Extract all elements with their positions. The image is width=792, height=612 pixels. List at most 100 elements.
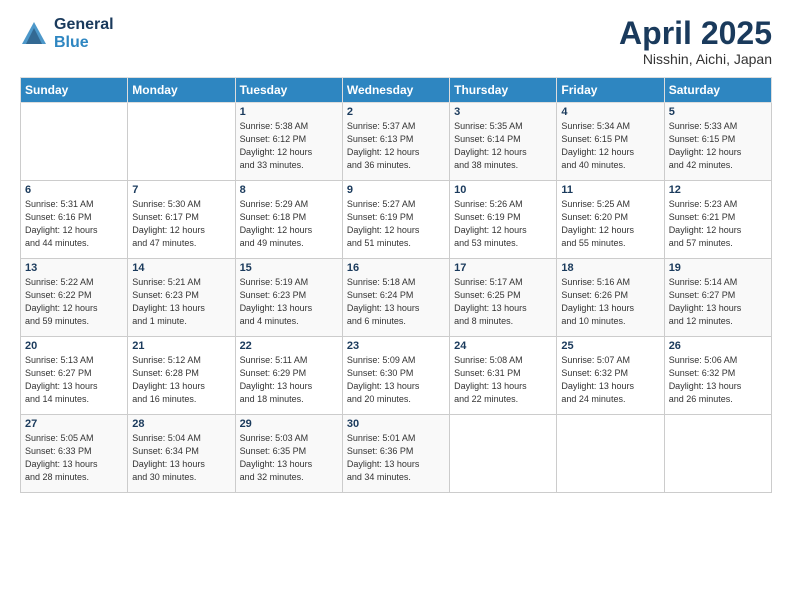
calendar-cell: 8Sunrise: 5:29 AM Sunset: 6:18 PM Daylig… [235, 181, 342, 259]
day-info: Sunrise: 5:27 AM Sunset: 6:19 PM Dayligh… [347, 198, 445, 250]
day-info: Sunrise: 5:11 AM Sunset: 6:29 PM Dayligh… [240, 354, 338, 406]
day-number: 15 [240, 262, 338, 274]
day-info: Sunrise: 5:23 AM Sunset: 6:21 PM Dayligh… [669, 198, 767, 250]
calendar-cell: 3 Sunrise: 5:35 AM Sunset: 6:14 PM Daylig… [450, 103, 557, 181]
calendar-cell: 24 Sunrise: 5:08 AM Sunset: 6:31 PM Dayli… [450, 337, 557, 415]
day-info: Sunrise: 5:16 AM Sunset: 6:26 PM Dayligh… [561, 276, 659, 328]
calendar-week-row: 6 Sunrise: 5:31 AM Sunset: 6:16 PM Daylig… [21, 181, 772, 259]
day-number: 13 [25, 262, 123, 274]
day-number: 26 [669, 340, 767, 352]
calendar-week-row: 1 Sunrise: 5:38 AM Sunset: 6:12 PM Daylig… [21, 103, 772, 181]
logo-text: General Blue [54, 16, 114, 52]
calendar-week-row: 27 Sunrise: 5:05 AM Sunset: 6:33 PM Dayli… [21, 415, 772, 493]
calendar-cell: 22Sunrise: 5:11 AM Sunset: 6:29 PM Dayli… [235, 337, 342, 415]
day-info: Sunrise: 5:17 AM Sunset: 6:25 PM Dayligh… [454, 276, 552, 328]
day-info: Sunrise: 5:30 AM Sunset: 6:17 PM Dayligh… [132, 198, 230, 250]
day-of-week-header: Friday [557, 78, 664, 103]
day-of-week-header: Saturday [664, 78, 771, 103]
day-info: Sunrise: 5:19 AM Sunset: 6:23 PM Dayligh… [240, 276, 338, 328]
day-number: 19 [669, 262, 767, 274]
day-number: 21 [132, 340, 230, 352]
calendar-cell [450, 415, 557, 493]
day-info: Sunrise: 5:07 AM Sunset: 6:32 PM Dayligh… [561, 354, 659, 406]
day-number: 17 [454, 262, 552, 274]
calendar-cell: 16 Sunrise: 5:18 AM Sunset: 6:24 PM Dayli… [342, 259, 449, 337]
day-number: 14 [132, 262, 230, 274]
calendar-cell: 6 Sunrise: 5:31 AM Sunset: 6:16 PM Daylig… [21, 181, 128, 259]
day-info: Sunrise: 5:34 AM Sunset: 6:15 PM Dayligh… [561, 120, 659, 172]
day-number: 9 [347, 184, 445, 196]
location: Nisshin, Aichi, Japan [619, 51, 772, 67]
calendar-cell: 10 Sunrise: 5:26 AM Sunset: 6:19 PM Dayli… [450, 181, 557, 259]
day-number: 7 [132, 184, 230, 196]
calendar-cell: 21 Sunrise: 5:12 AM Sunset: 6:28 PM Dayli… [128, 337, 235, 415]
day-number: 29 [240, 418, 338, 430]
calendar-table: SundayMondayTuesdayWednesdayThursdayFrid… [20, 77, 772, 493]
day-info: Sunrise: 5:31 AM Sunset: 6:16 PM Dayligh… [25, 198, 123, 250]
calendar-cell: 5 Sunrise: 5:33 AM Sunset: 6:15 PM Daylig… [664, 103, 771, 181]
day-info: Sunrise: 5:13 AM Sunset: 6:27 PM Dayligh… [25, 354, 123, 406]
day-info: Sunrise: 5:21 AM Sunset: 6:23 PM Dayligh… [132, 276, 230, 328]
calendar-cell: 4Sunrise: 5:34 AM Sunset: 6:15 PM Daylig… [557, 103, 664, 181]
calendar-cell [664, 415, 771, 493]
calendar-cell: 27 Sunrise: 5:05 AM Sunset: 6:33 PM Dayli… [21, 415, 128, 493]
day-info: Sunrise: 5:06 AM Sunset: 6:32 PM Dayligh… [669, 354, 767, 406]
calendar-cell: 28Sunrise: 5:04 AM Sunset: 6:34 PM Dayli… [128, 415, 235, 493]
day-info: Sunrise: 5:01 AM Sunset: 6:36 PM Dayligh… [347, 432, 445, 484]
calendar-cell: 23Sunrise: 5:09 AM Sunset: 6:30 PM Dayli… [342, 337, 449, 415]
day-number: 20 [25, 340, 123, 352]
calendar-cell: 20 Sunrise: 5:13 AM Sunset: 6:27 PM Dayli… [21, 337, 128, 415]
day-number: 1 [240, 106, 338, 118]
calendar-cell: 18Sunrise: 5:16 AM Sunset: 6:26 PM Dayli… [557, 259, 664, 337]
day-of-week-header: Thursday [450, 78, 557, 103]
day-of-week-header: Monday [128, 78, 235, 103]
calendar-cell: 1 Sunrise: 5:38 AM Sunset: 6:12 PM Daylig… [235, 103, 342, 181]
day-info: Sunrise: 5:37 AM Sunset: 6:13 PM Dayligh… [347, 120, 445, 172]
day-number: 27 [25, 418, 123, 430]
calendar-header-row: SundayMondayTuesdayWednesdayThursdayFrid… [21, 78, 772, 103]
calendar-cell [128, 103, 235, 181]
calendar-cell: 26 Sunrise: 5:06 AM Sunset: 6:32 PM Dayli… [664, 337, 771, 415]
day-info: Sunrise: 5:08 AM Sunset: 6:31 PM Dayligh… [454, 354, 552, 406]
day-number: 25 [561, 340, 659, 352]
day-number: 5 [669, 106, 767, 118]
calendar-cell: 15 Sunrise: 5:19 AM Sunset: 6:23 PM Dayli… [235, 259, 342, 337]
day-info: Sunrise: 5:35 AM Sunset: 6:14 PM Dayligh… [454, 120, 552, 172]
day-info: Sunrise: 5:18 AM Sunset: 6:24 PM Dayligh… [347, 276, 445, 328]
calendar-cell: 2 Sunrise: 5:37 AM Sunset: 6:13 PM Daylig… [342, 103, 449, 181]
calendar-cell: 19 Sunrise: 5:14 AM Sunset: 6:27 PM Dayli… [664, 259, 771, 337]
day-info: Sunrise: 5:05 AM Sunset: 6:33 PM Dayligh… [25, 432, 123, 484]
calendar-cell: 29 Sunrise: 5:03 AM Sunset: 6:35 PM Dayli… [235, 415, 342, 493]
day-info: Sunrise: 5:26 AM Sunset: 6:19 PM Dayligh… [454, 198, 552, 250]
day-info: Sunrise: 5:33 AM Sunset: 6:15 PM Dayligh… [669, 120, 767, 172]
day-number: 28 [132, 418, 230, 430]
day-number: 10 [454, 184, 552, 196]
day-number: 3 [454, 106, 552, 118]
day-number: 16 [347, 262, 445, 274]
day-info: Sunrise: 5:22 AM Sunset: 6:22 PM Dayligh… [25, 276, 123, 328]
day-info: Sunrise: 5:03 AM Sunset: 6:35 PM Dayligh… [240, 432, 338, 484]
day-number: 8 [240, 184, 338, 196]
day-of-week-header: Sunday [21, 78, 128, 103]
day-of-week-header: Wednesday [342, 78, 449, 103]
day-number: 2 [347, 106, 445, 118]
day-info: Sunrise: 5:25 AM Sunset: 6:20 PM Dayligh… [561, 198, 659, 250]
page: General Blue April 2025 Nisshin, Aichi, … [0, 0, 792, 612]
calendar-cell: 17 Sunrise: 5:17 AM Sunset: 6:25 PM Dayli… [450, 259, 557, 337]
day-number: 12 [669, 184, 767, 196]
day-info: Sunrise: 5:12 AM Sunset: 6:28 PM Dayligh… [132, 354, 230, 406]
calendar-cell [557, 415, 664, 493]
calendar-cell: 11 Sunrise: 5:25 AM Sunset: 6:20 PM Dayli… [557, 181, 664, 259]
calendar-cell: 13 Sunrise: 5:22 AM Sunset: 6:22 PM Dayli… [21, 259, 128, 337]
day-info: Sunrise: 5:14 AM Sunset: 6:27 PM Dayligh… [669, 276, 767, 328]
calendar-cell [21, 103, 128, 181]
header: General Blue April 2025 Nisshin, Aichi, … [20, 16, 772, 67]
day-number: 30 [347, 418, 445, 430]
day-number: 23 [347, 340, 445, 352]
day-info: Sunrise: 5:38 AM Sunset: 6:12 PM Dayligh… [240, 120, 338, 172]
logo-icon [20, 20, 48, 48]
day-number: 6 [25, 184, 123, 196]
day-number: 24 [454, 340, 552, 352]
calendar-cell: 14 Sunrise: 5:21 AM Sunset: 6:23 PM Dayli… [128, 259, 235, 337]
day-number: 11 [561, 184, 659, 196]
